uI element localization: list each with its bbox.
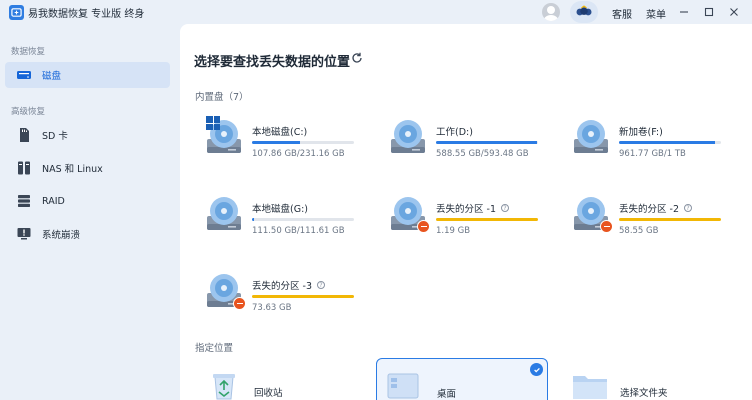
help-icon[interactable]: ? [501,204,509,212]
raid-icon [16,193,32,209]
drive-size: 58.55 GB [619,226,659,236]
usage-bar-fill [252,295,354,298]
drive-name: 丢失的分区 -2? [619,201,692,215]
section-advanced-recovery: 高级恢复 [11,107,46,117]
usage-bar-fill [619,218,721,221]
sidebar-item-label: 磁盘 [42,71,62,82]
specified-location-label: 指定位置 [195,343,234,354]
location-desktop[interactable]: 桌面 [376,358,548,400]
drive-item[interactable]: 丢失的分区 -2? 58.55 GB [573,196,748,256]
usage-bar-fill [252,141,300,144]
usage-bar-fill [619,141,715,144]
minimize-button[interactable] [676,4,692,20]
title-bar: 易我数据恢复 专业版 终身 客服 菜单 [0,0,752,24]
lost-partition-badge-icon [600,220,613,233]
main-panel: 选择要查找丢失数据的位置 内置盘（7） 本地磁盘(C:) 107.86 GB/23… [180,24,752,400]
nas-icon [16,160,32,176]
lost-partition-badge-icon [233,297,246,310]
drive-size: 588.55 GB/593.48 GB [436,149,529,159]
usage-bar [252,218,354,221]
windows-logo-icon [206,116,220,130]
usage-bar [252,295,354,298]
drive-item[interactable]: 丢失的分区 -3? 73.63 GB [206,273,381,333]
location-label: 回收站 [254,388,283,399]
page-title: 选择要查找丢失数据的位置 [194,55,351,70]
refresh-icon[interactable] [350,51,364,65]
customer-service-link[interactable]: 客服 [612,6,632,21]
drive-item[interactable]: 本地磁盘(C:) 107.86 GB/231.16 GB [206,116,381,179]
check-icon [530,363,543,376]
folder-icon [572,372,608,400]
monitor-alert-icon [16,226,32,242]
usage-bar-fill [436,218,538,221]
sidebar-item-sd-card[interactable]: SD 卡 [5,122,170,148]
drive-size: 961.77 GB/1 TB [619,149,686,159]
drive-name: 丢失的分区 -1? [436,201,509,215]
location-select-folder[interactable]: 选择文件夹 [572,358,722,400]
sidebar-item-label: 系统崩溃 [42,230,81,241]
sidebar: 数据恢复 磁盘 高级恢复 SD 卡 NAS 和 Linux RAID 系统崩溃 [0,24,180,400]
drive-size: 1.19 GB [436,226,471,236]
location-recycle-bin[interactable]: 回收站 [206,358,356,400]
sidebar-item-raid[interactable]: RAID [5,188,170,214]
hard-drive-icon [206,196,242,232]
hard-drive-icon [390,119,426,155]
drive-name: 本地磁盘(G:) [252,201,308,215]
sidebar-item-system-crash[interactable]: 系统崩溃 [5,221,170,247]
drive-item[interactable]: 工作(D:) 588.55 GB/593.48 GB [390,119,565,179]
drive-size: 111.50 GB/111.61 GB [252,226,345,236]
sd-card-icon [16,127,32,143]
drive-item[interactable]: 本地磁盘(G:) 111.50 GB/111.61 GB [206,196,381,256]
drive-size: 107.86 GB/231.16 GB [252,149,345,159]
vip-badge-icon[interactable] [570,1,598,23]
app-logo-icon [9,5,24,20]
drive-size: 73.63 GB [252,303,292,313]
drive-name-text: 工作(D:) [436,127,473,138]
usage-bar [619,218,721,221]
location-label: 选择文件夹 [620,388,668,399]
location-label: 桌面 [437,389,457,400]
help-icon[interactable]: ? [684,204,692,212]
drive-name-text: 新加卷(F:) [619,127,663,138]
sidebar-item-label: SD 卡 [42,131,68,142]
drive-name: 新加卷(F:) [619,124,663,138]
drive-name: 本地磁盘(C:) [252,124,307,138]
sidebar-item-label: NAS 和 Linux [42,164,103,175]
drive-item[interactable]: 新加卷(F:) 961.77 GB/1 TB [573,119,748,179]
sidebar-item-disk[interactable]: 磁盘 [5,62,170,88]
drive-name-text: 丢失的分区 -3 [252,281,312,292]
usage-bar [252,141,354,144]
usage-bar [436,218,538,221]
sidebar-item-label: RAID [42,195,65,207]
menu-link[interactable]: 菜单 [646,6,666,21]
usage-bar-fill [436,141,537,144]
desktop-icon [387,373,419,400]
close-button[interactable] [726,4,742,20]
drive-item[interactable]: 丢失的分区 -1? 1.19 GB [390,196,565,256]
hard-drive-icon [573,119,609,155]
recycle-bin-icon [208,370,240,400]
usage-bar-fill [252,218,255,221]
usage-bar [436,141,538,144]
app-title: 易我数据恢复 专业版 终身 [28,9,145,20]
usage-bar [619,141,721,144]
internal-drives-label: 内置盘（7） [195,92,249,103]
help-icon[interactable]: ? [317,281,325,289]
disk-icon [16,67,32,83]
drive-name: 工作(D:) [436,124,473,138]
sidebar-item-nas-linux[interactable]: NAS 和 Linux [5,155,170,181]
maximize-button[interactable] [701,4,717,20]
drive-name-text: 本地磁盘(G:) [252,204,308,215]
lost-partition-badge-icon [417,220,430,233]
section-data-recovery: 数据恢复 [11,47,46,57]
user-avatar[interactable] [542,3,560,21]
drive-name-text: 本地磁盘(C:) [252,127,308,138]
drive-name-text: 丢失的分区 -2 [619,204,679,215]
drive-name: 丢失的分区 -3? [252,278,325,292]
drive-name-text: 丢失的分区 -1 [436,204,496,215]
